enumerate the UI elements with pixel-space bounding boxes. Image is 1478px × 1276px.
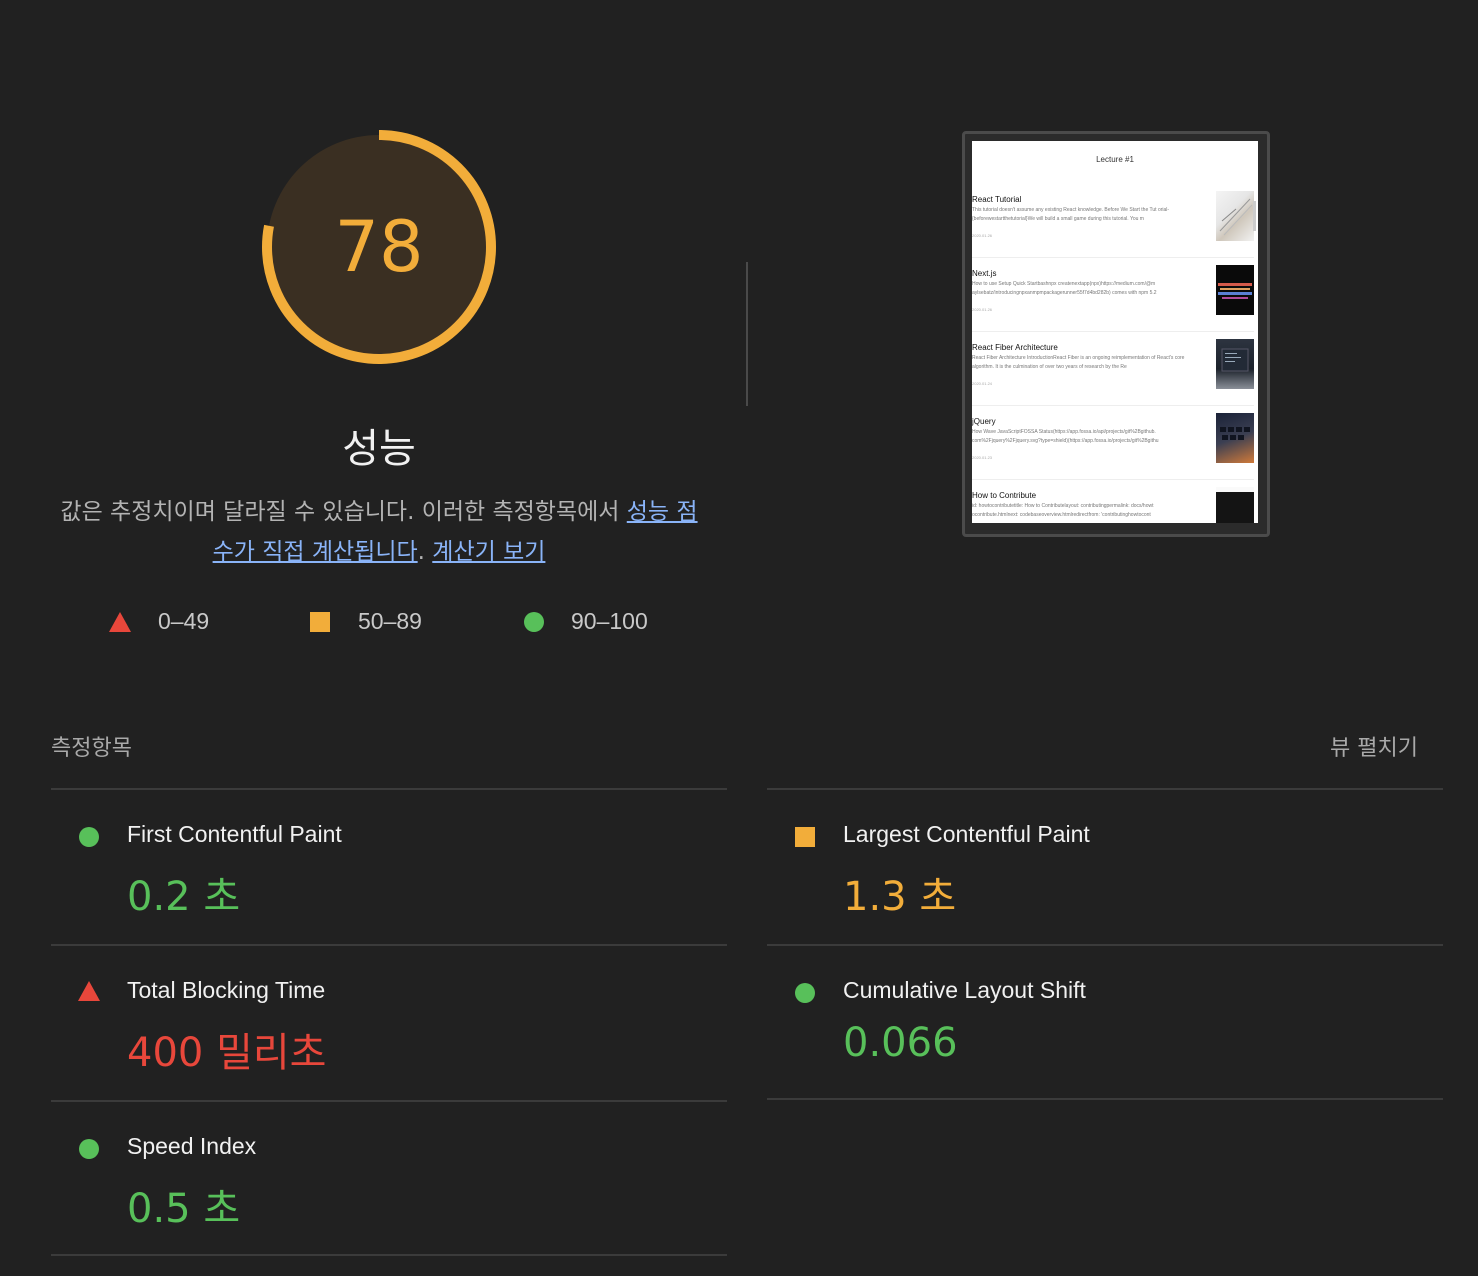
post-excerpt: How to use Setup Quick Startbashnpx crea… [972,281,1157,296]
screenshot-scrollbar [1253,201,1256,231]
calculator-link[interactable]: 계산기 보기 [432,539,545,565]
category-title: 성능 [342,426,416,472]
divider [972,331,1254,332]
metric-name: Speed Index [127,1133,257,1159]
metrics-heading: 측정항목 [51,736,132,761]
list-item: Next.js How to use Setup Quick Startbash… [972,265,1254,337]
legend-item-fail: 0–49 [109,608,209,635]
metric-value: 0.2 초 [127,874,241,920]
screenshot-page-title: Lecture #1 [1096,155,1134,164]
post-date: 2020.01.24 [972,381,993,386]
divider [972,479,1254,480]
legend-range: 90–100 [571,608,648,634]
metric-total-blocking-time: Total Blocking Time 400 밀리초 [51,946,727,1100]
screenshot-page: Lecture #1 React Tutorial This tutorial … [972,141,1258,523]
metric-value: 0.5 초 [127,1186,241,1232]
post-date: 2020.01.26 [972,307,993,312]
post-title: How to Contribute [972,491,1037,500]
list-item: jQuery How Wave JavaScriptFOSSA Status(h… [972,413,1254,485]
expand-view-button[interactable]: 뷰 펼치기 [1330,730,1418,762]
metric-speed-index: Speed Index 0.5 초 [51,1102,727,1256]
list-item: React Fiber Architecture React Fiber Arc… [972,339,1254,411]
list-item: How to Contribute id: howtocontributetit… [972,487,1254,523]
legend-range: 0–49 [158,608,210,634]
square-icon [795,827,815,847]
divider [51,1254,727,1256]
post-excerpt: This tutorial doesn't assume any existin… [972,207,1170,222]
metric-cumulative-layout-shift: Cumulative Layout Shift 0.066 [767,946,1443,1100]
triangle-icon [78,981,100,1001]
description-separator: . [417,539,433,565]
lights-thumbnail [1216,265,1254,315]
keyboard-thumbnail [1216,413,1254,463]
metric-value: 400 밀리초 [127,1030,327,1076]
notebook-thumbnail [1216,191,1254,241]
metric-value: 1.3 초 [843,874,957,920]
metric-value: 0.066 [843,1020,958,1066]
performance-score: 78 [334,206,424,288]
metric-name: Total Blocking Time [127,977,326,1003]
performance-gauge: 78 [258,126,500,368]
post-title: React Tutorial [972,195,1022,204]
post-date: 2020.01.26 [972,233,993,238]
metric-name: Cumulative Layout Shift [843,977,1086,1003]
post-date: 2020.01.23 [972,455,993,460]
metric-first-contentful-paint: First Contentful Paint 0.2 초 [51,790,727,944]
laptop-thumbnail [1216,339,1254,389]
post-title: Next.js [972,269,997,278]
post-title: React Fiber Architecture [972,343,1058,352]
dark-thumbnail [1216,487,1254,523]
list-item: React Tutorial This tutorial doesn't ass… [972,191,1254,263]
circle-icon [79,1139,99,1159]
category-description: 값은 추정치이며 달라질 수 있습니다. 이러한 측정항목에서 성능 점수가 직… [50,492,708,572]
divider [972,257,1254,258]
legend-item-pass: 90–100 [524,608,648,635]
final-screenshot[interactable]: Lecture #1 React Tutorial This tutorial … [962,131,1270,537]
circle-icon [524,611,544,632]
divider [972,405,1254,406]
circle-icon [79,827,99,847]
metric-name: Largest Contentful Paint [843,821,1090,847]
metric-largest-contentful-paint: Largest Contentful Paint 1.3 초 [767,790,1443,944]
square-icon [310,611,330,632]
legend-item-average: 50–89 [310,608,422,635]
vertical-divider [746,262,748,406]
circle-icon [795,983,815,1003]
post-title: jQuery [972,417,996,426]
triangle-icon [109,611,131,632]
divider [767,1098,1443,1100]
description-text: 값은 추정치이며 달라질 수 있습니다. 이러한 측정항목에서 [60,499,627,525]
score-legend: 0–49 50–89 90–100 [0,608,758,642]
metric-name: First Contentful Paint [127,821,342,847]
legend-range: 50–89 [358,608,422,634]
post-excerpt: id: howtocontributetitle: How to Contrib… [972,503,1154,518]
post-excerpt: How Wave JavaScriptFOSSA Status(https://… [972,429,1159,444]
post-excerpt: React Fiber Architecture IntroductionRea… [972,355,1185,370]
